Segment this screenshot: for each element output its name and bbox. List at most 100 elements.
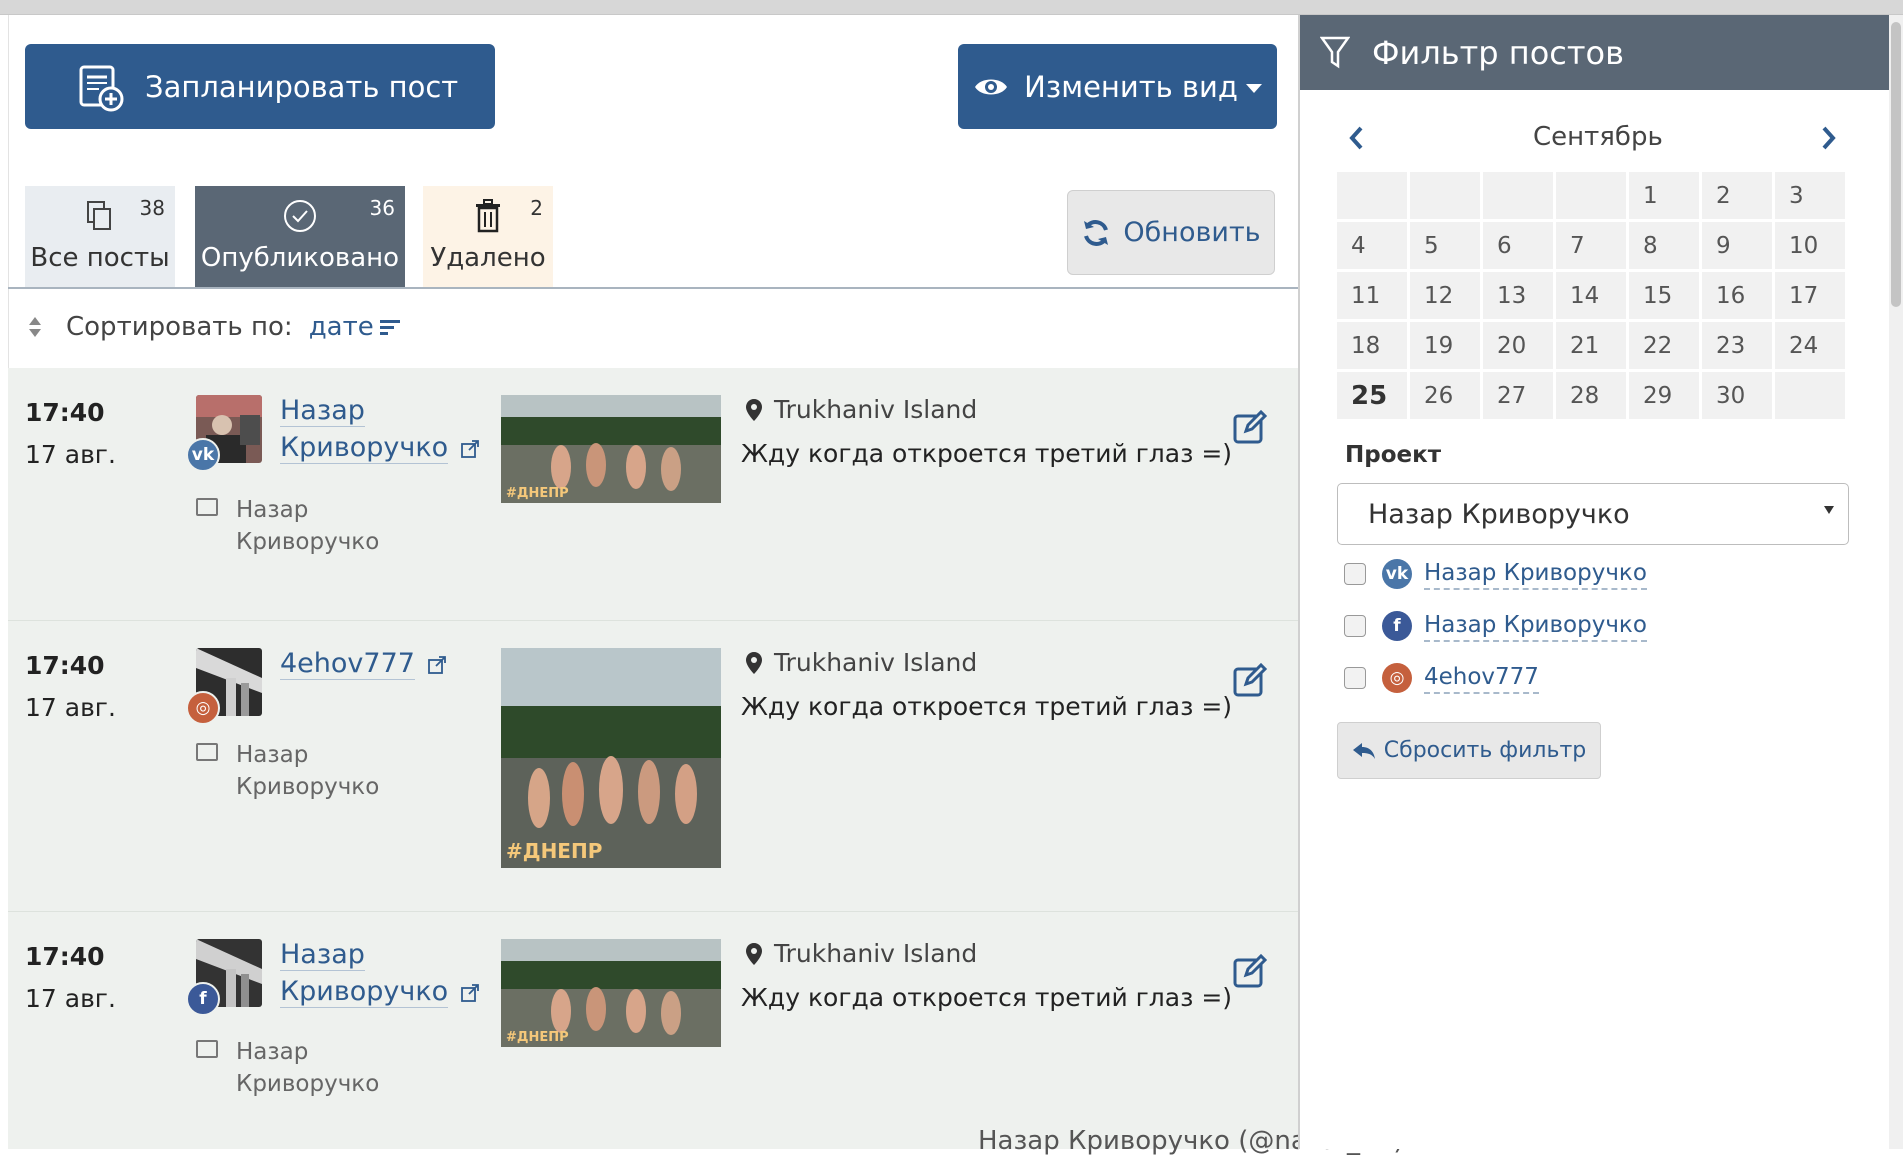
account-filter-facebook[interactable]: f Назар Криворучко [1344, 610, 1647, 642]
calendar-day[interactable]: 29 [1629, 372, 1699, 419]
filter-title: Фильтр постов [1372, 33, 1624, 72]
scrollbar-thumb[interactable] [1891, 22, 1901, 307]
thumbnail-caption: #ДНЕПР [506, 486, 569, 501]
chevron-left-icon[interactable] [1348, 126, 1364, 150]
calendar-day[interactable]: 9 [1702, 222, 1772, 269]
post-thumbnail[interactable]: #ДНЕПР [501, 648, 721, 868]
calendar-day[interactable]: 23 [1702, 322, 1772, 369]
post-row: 17:40 17 авг. vk Назар Криворучко Назар … [8, 368, 1298, 621]
post-row: 17:40 17 авг. ◎ 4ehov777 Назар Криворучк… [8, 621, 1298, 912]
tabs-divider [8, 287, 1298, 289]
sort-value-link[interactable]: дате [309, 312, 374, 342]
calendar-day[interactable]: 14 [1556, 272, 1626, 319]
refresh-button[interactable]: Обновить [1067, 190, 1275, 275]
calendar-day[interactable]: 28 [1556, 372, 1626, 419]
tab-published[interactable]: 36 Опубликовано [195, 186, 405, 287]
instagram-icon: ◎ [1382, 663, 1412, 693]
calendar-day[interactable]: 30 [1702, 372, 1772, 419]
project-icon [196, 498, 218, 516]
author-name-line: 4ehov777 [280, 648, 415, 680]
calendar-day[interactable]: 5 [1410, 222, 1480, 269]
calendar-day[interactable]: 15 [1629, 272, 1699, 319]
account-checkbox[interactable] [1344, 667, 1366, 689]
chevron-right-icon[interactable] [1821, 126, 1837, 150]
account-name[interactable]: Назар Криворучко [1424, 558, 1647, 590]
project-name-line: Назар [236, 742, 309, 768]
tab-all-posts[interactable]: 38 Все посты [25, 186, 175, 287]
project-label: Проект [1345, 442, 1442, 468]
post-thumbnail[interactable]: #ДНЕПР [501, 939, 721, 1047]
map-marker-icon [746, 398, 762, 421]
schedule-post-label: Запланировать пост [145, 69, 459, 104]
calendar-day[interactable]: 2 [1702, 172, 1772, 219]
thumbnail-caption: #ДНЕПР [506, 1030, 569, 1045]
project-name-line: Назар [236, 497, 309, 523]
external-link-icon [460, 439, 479, 458]
account-checkbox[interactable] [1344, 563, 1366, 585]
post-row: 17:40 17 авг. f Назар Криворучко Назар К… [8, 912, 1298, 1149]
calendar-day[interactable]: 26 [1410, 372, 1480, 419]
map-marker-icon [746, 942, 762, 965]
post-thumbnail[interactable]: #ДНЕПР [501, 395, 721, 503]
post-date: 17 авг. [25, 693, 116, 722]
account-filter-instagram[interactable]: ◎ 4ehov777 [1344, 662, 1539, 694]
post-text: Жду когда откроется третий глаз =) [741, 692, 1233, 721]
author-link[interactable]: 4ehov777 [280, 645, 446, 682]
calendar-day[interactable]: 25 [1337, 372, 1407, 419]
copy-icon [86, 199, 114, 233]
calendar-day[interactable]: 18 [1337, 322, 1407, 369]
calendar-day[interactable]: 11 [1337, 272, 1407, 319]
calendar-empty-cell [1483, 172, 1553, 219]
calendar-day[interactable]: 10 [1775, 222, 1845, 269]
calendar-day[interactable]: 19 [1410, 322, 1480, 369]
location-text: Trukhaniv Island [774, 648, 978, 677]
calendar-day[interactable]: 21 [1556, 322, 1626, 369]
calendar-day[interactable]: 8 [1629, 222, 1699, 269]
post-status-tabs: 38 Все посты 36 Опубликовано 2 Удалено [25, 186, 553, 287]
edit-icon[interactable] [1233, 410, 1267, 444]
tab-deleted[interactable]: 2 Удалено [423, 186, 553, 287]
change-view-label: Изменить вид [1024, 69, 1238, 104]
calendar-day[interactable]: 1 [1629, 172, 1699, 219]
calendar-day[interactable]: 22 [1629, 322, 1699, 369]
account-name[interactable]: 4ehov777 [1424, 662, 1539, 694]
account-name[interactable]: Назар Криворучко [1424, 610, 1647, 642]
sort-control[interactable]: Сортировать по: дате [28, 312, 402, 342]
account-checkbox[interactable] [1344, 615, 1366, 637]
facebook-icon: f [186, 982, 220, 1016]
calendar-grid: 1 2 3 4 5 6 7 8 9 10 11 12 13 14 15 16 17 18 19 20 21 22 23 24 2… [1337, 172, 1845, 419]
calendar-day[interactable]: 3 [1775, 172, 1845, 219]
instagram-icon: ◎ [186, 691, 220, 725]
project-select-value: Назар Криворучко [1368, 498, 1630, 530]
calendar-day[interactable]: 13 [1483, 272, 1553, 319]
post-date: 17 авг. [25, 440, 116, 469]
reply-arrow-icon [1352, 742, 1375, 759]
calendar-day[interactable]: 6 [1483, 222, 1553, 269]
calendar-day[interactable]: 27 [1483, 372, 1553, 419]
eye-icon [975, 79, 1008, 94]
reset-filter-button[interactable]: Сбросить фильтр [1337, 722, 1601, 779]
author-link[interactable]: Назар Криворучко [280, 936, 479, 1010]
project-select[interactable]: Назар Криворучко [1337, 483, 1849, 545]
post-time: 17:40 [25, 651, 105, 680]
project-tag: Назар Криворучко [196, 1036, 379, 1100]
calendar-day[interactable]: 4 [1337, 222, 1407, 269]
account-filter-vk[interactable]: vk Назар Криворучко [1344, 558, 1647, 590]
calendar-day[interactable]: 7 [1556, 222, 1626, 269]
calendar-day[interactable]: 20 [1483, 322, 1553, 369]
sort-lines-icon [379, 320, 400, 335]
schedule-post-button[interactable]: Запланировать пост [25, 44, 495, 129]
edit-icon[interactable] [1233, 954, 1267, 988]
tab-label: Опубликовано [200, 243, 400, 273]
post-location: Trukhaniv Island [746, 939, 977, 968]
calendar-day[interactable]: 24 [1775, 322, 1845, 369]
post-location: Trukhaniv Island [746, 648, 977, 677]
project-icon [196, 1040, 218, 1058]
calendar-day[interactable]: 17 [1775, 272, 1845, 319]
change-view-button[interactable]: Изменить вид [958, 44, 1277, 129]
edit-icon[interactable] [1233, 663, 1267, 697]
author-link[interactable]: Назар Криворучко [280, 392, 479, 466]
calendar-day[interactable]: 12 [1410, 272, 1480, 319]
calendar-day[interactable]: 16 [1702, 272, 1772, 319]
map-marker-icon [746, 651, 762, 674]
